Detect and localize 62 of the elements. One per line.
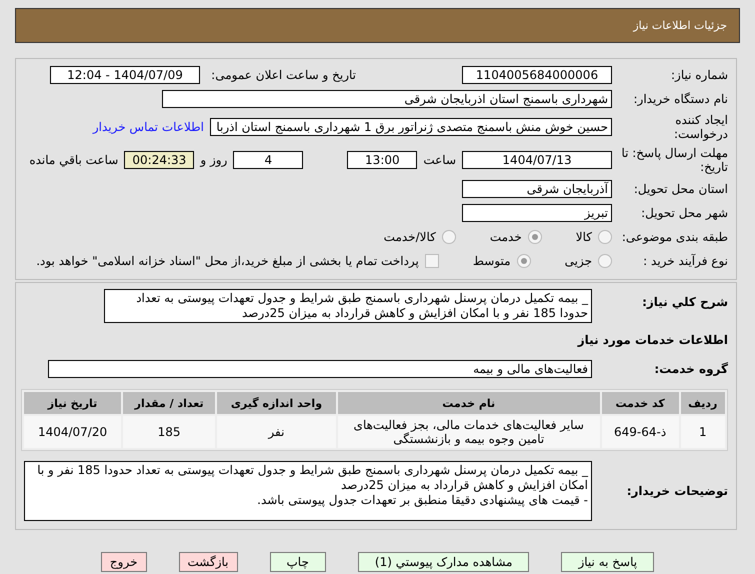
requester-field[interactable]: حسین خوش منش باسمنج متصدی ژنراتور برق 1 شهرداری باسمنج استان اذربا bbox=[210, 118, 612, 136]
buyer-org-field[interactable]: شهرداری باسمنج استان اذربایجان شرقی bbox=[162, 90, 612, 108]
field-label: گروه خدمت: bbox=[653, 362, 728, 376]
action-button[interactable]: چاپ bbox=[270, 552, 326, 572]
radio-button[interactable] bbox=[528, 230, 542, 244]
radio-label: جزیی bbox=[564, 254, 592, 268]
deadline-date-field[interactable]: 1404/07/13 bbox=[462, 151, 612, 169]
buyer-contact-link[interactable]: اطلاعات تماس خریدار bbox=[92, 120, 204, 134]
radio-button[interactable] bbox=[516, 254, 531, 268]
field-label: شهر محل تحویل: bbox=[640, 206, 728, 220]
province-field[interactable]: آذربایجان شرقی bbox=[462, 180, 612, 198]
column-header: کد خدمت bbox=[602, 392, 679, 414]
need-number-field[interactable]: 1104005684000006 bbox=[462, 66, 612, 84]
service-group-field[interactable]: فعالیت‌های مالی و بیمه bbox=[48, 360, 592, 378]
table-cell: سایر فعالیت‌های خدمات مالی، بجز فعالیت‌های تامین وجوه بیمه و بازنشستگی bbox=[338, 416, 600, 448]
notes-textbox[interactable] bbox=[24, 461, 592, 521]
deadline-time-field[interactable]: 13:00 bbox=[347, 151, 418, 169]
field-label: طبقه بندی موضوعی: bbox=[620, 230, 728, 244]
radio-label: متوسط bbox=[472, 254, 511, 268]
field-label: تاریخ و ساعت اعلان عمومی: bbox=[210, 68, 356, 82]
field-label: شماره نیاز: bbox=[670, 68, 728, 82]
page-title: جزئیات اطلاعات نیاز bbox=[633, 19, 727, 32]
remaining-label: ساعت باقي مانده bbox=[29, 153, 118, 167]
action-button[interactable]: پاسخ به نیاز bbox=[561, 552, 654, 572]
radio-button[interactable] bbox=[442, 230, 456, 244]
time-label: ساعت bbox=[423, 153, 456, 167]
notes-line: _ بیمه تکمیل درمان پرسنل شهرداری باسمنج طبق شرایط و جدول تعهدات پیوستی به تعداد حدودا 185 نفر و با امکان افزایش و کاهش قرارداد به میزان 25درصد bbox=[36, 463, 588, 493]
action-button[interactable]: خروج bbox=[100, 552, 146, 572]
summary-textbox[interactable]: _ بیمه تکمیل درمان پرسنل شهرداری باسمنج طبق شرایط و جدول تعهدات پیوستی به تعداد حدودا 185 نفر و با امکان افزایش و کاهش قرارداد به میزان 25درصد bbox=[104, 289, 592, 323]
radio-button[interactable] bbox=[598, 254, 612, 268]
radio-label: خدمت bbox=[490, 230, 522, 244]
field-label: نوع فرآیند خرید : bbox=[642, 254, 728, 268]
action-button[interactable]: بازگشت bbox=[178, 552, 238, 572]
table-cell: ذ-64-649 bbox=[602, 416, 679, 448]
field-label: استان محل تحویل: bbox=[632, 182, 728, 196]
notes-line: - قیمت های پیشنهادی دقیقا منطبق بر تعهدات جدول پیوستی باشد. bbox=[256, 493, 588, 508]
column-header: نام خدمت bbox=[338, 392, 600, 414]
radio-label: کالا/خدمت bbox=[384, 230, 436, 244]
table-cell: 1 bbox=[680, 416, 725, 448]
column-header: تعداد / مقدار bbox=[123, 392, 216, 414]
column-header: ردیف bbox=[680, 392, 725, 414]
announce-date-field[interactable]: 1404/07/09 - 12:04 bbox=[50, 66, 200, 84]
city-field[interactable]: تبریز bbox=[462, 204, 612, 222]
action-button[interactable]: مشاهده مدارک پیوستي (1) bbox=[358, 552, 530, 572]
section-heading: اطلاعات خدمات مورد نیاز bbox=[576, 333, 728, 347]
remaining-time-field: 00:24:33 bbox=[124, 151, 194, 169]
table-cell: نفر bbox=[217, 416, 336, 448]
column-header: واحد اندازه گیری bbox=[217, 392, 336, 414]
field-label: نام دستگاه خریدار: bbox=[632, 92, 728, 106]
field-label: ایجاد کننده درخواست: bbox=[673, 113, 728, 141]
field-label: توضیحات خریدار: bbox=[626, 484, 728, 498]
days-field[interactable]: 4 bbox=[233, 151, 304, 169]
treasury-note: پرداخت تمام یا بخشی از مبلغ خرید،از محل "اسناد خزانه اسلامی" خواهد بود. bbox=[36, 254, 419, 268]
days-label: روز و bbox=[200, 153, 228, 167]
column-header: تاریخ نیاز bbox=[24, 392, 122, 414]
field-label: شرح کلي نیاز: bbox=[641, 294, 728, 309]
field-label: مهلت ارسال پاسخ: تا تاریخ: bbox=[620, 146, 728, 174]
table-cell: 1404/07/20 bbox=[24, 416, 122, 448]
table-cell: 185 bbox=[123, 416, 216, 448]
checkbox[interactable] bbox=[424, 254, 439, 268]
radio-label: کالا bbox=[576, 230, 592, 244]
radio-button[interactable] bbox=[598, 230, 612, 244]
